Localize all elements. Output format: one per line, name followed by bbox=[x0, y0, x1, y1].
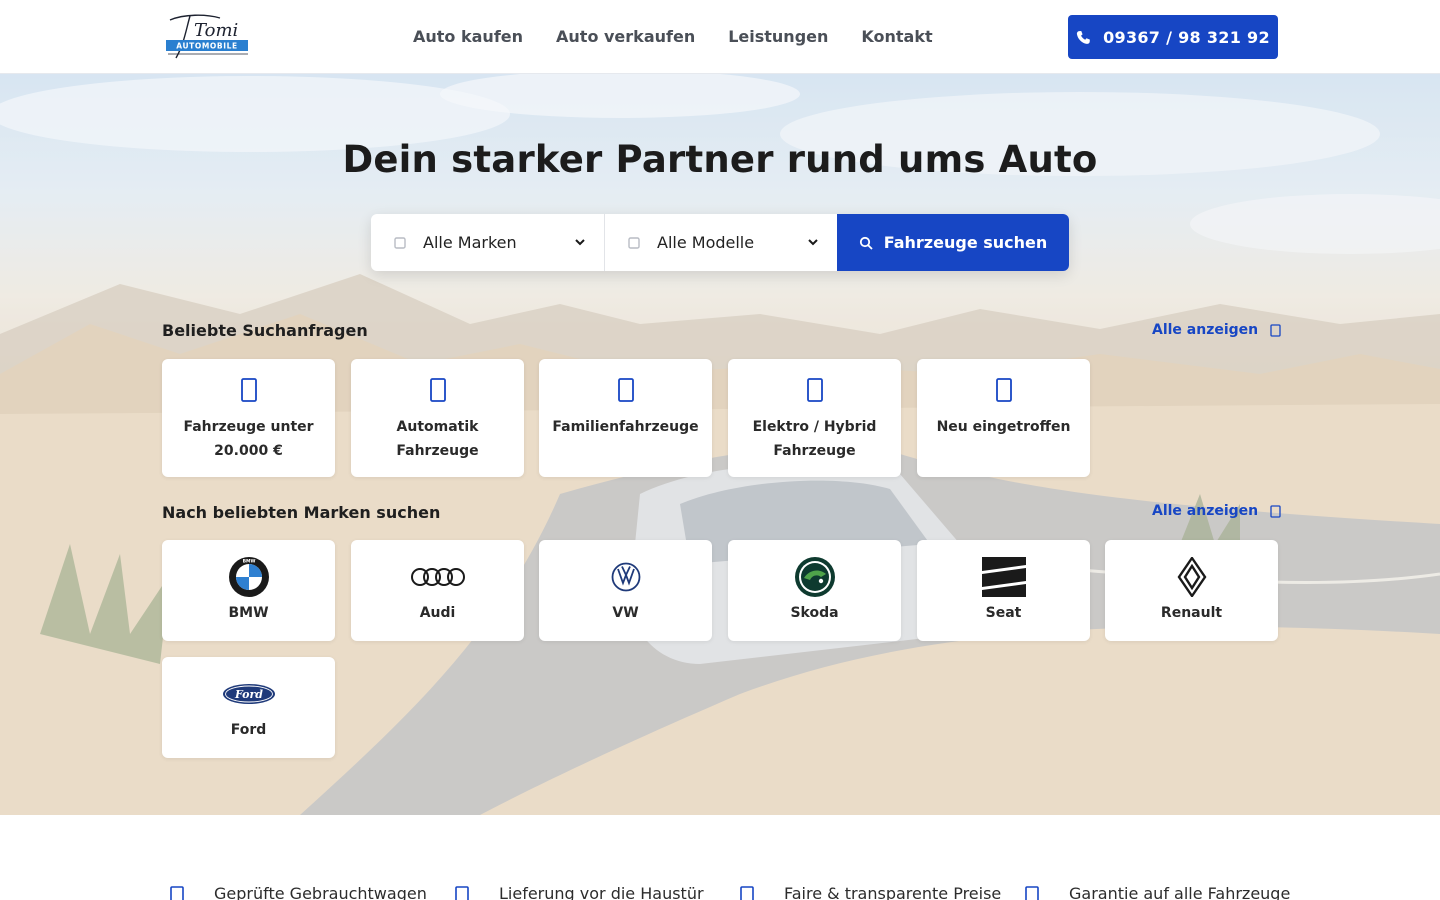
main-nav: Auto kaufen Auto verkaufen Leistungen Ko… bbox=[413, 26, 933, 48]
brand-label: Skoda bbox=[790, 605, 839, 621]
quick-search-tile[interactable]: Fahrzeuge unter 20.000 € bbox=[162, 359, 335, 477]
seat-logo-icon bbox=[981, 555, 1026, 599]
brand-tile-renault[interactable]: Renault bbox=[1105, 540, 1278, 641]
family-icon bbox=[617, 378, 634, 402]
usp-label: Garantie auf alle Fahrzeuge bbox=[1069, 883, 1291, 900]
search-button-label: Fahrzeuge suchen bbox=[883, 233, 1048, 252]
nav-auto-verkaufen[interactable]: Auto verkaufen bbox=[556, 26, 695, 48]
chevron-down-icon bbox=[575, 239, 585, 246]
warranty-icon bbox=[1025, 886, 1039, 900]
brands-see-all-link[interactable]: Alle anzeigen bbox=[1152, 503, 1281, 519]
star-icon bbox=[995, 378, 1012, 402]
brand-tile-skoda[interactable]: Skoda bbox=[728, 540, 901, 641]
brand-label: BMW bbox=[228, 605, 269, 621]
vw-logo-icon bbox=[604, 555, 648, 599]
quick-search-tile[interactable]: Automatik Fahrzeuge bbox=[351, 359, 524, 477]
search-icon bbox=[859, 236, 873, 250]
price-tag-icon bbox=[240, 378, 257, 402]
model-select[interactable]: Alle Modelle bbox=[604, 214, 837, 271]
phone-button[interactable]: 09367 / 98 321 92 bbox=[1068, 15, 1278, 59]
quick-search-tile[interactable]: Elektro / Hybrid Fahrzeuge bbox=[728, 359, 901, 477]
renault-logo-icon bbox=[1170, 555, 1214, 599]
brand-select[interactable]: Alle Marken bbox=[371, 214, 604, 271]
logo-script-text: Tomi bbox=[194, 20, 238, 41]
nav-leistungen[interactable]: Leistungen bbox=[728, 26, 828, 48]
nav-kontakt[interactable]: Kontakt bbox=[861, 26, 932, 48]
svg-text:BMW: BMW bbox=[242, 559, 255, 565]
search-vehicles-button[interactable]: Fahrzeuge suchen bbox=[837, 214, 1069, 271]
usp-item: Geprüfte Gebrauchtwagen bbox=[170, 879, 427, 900]
brand-tile-ford[interactable]: Ford Ford bbox=[162, 657, 335, 758]
brand-tile-bmw[interactable]: BMW BMW bbox=[162, 540, 335, 641]
brands-title: Nach beliebten Marken suchen bbox=[162, 503, 441, 522]
list-icon bbox=[628, 236, 640, 249]
handshake-icon bbox=[740, 886, 754, 900]
brand-label: Ford bbox=[230, 722, 267, 738]
see-all-label: Alle anzeigen bbox=[1152, 322, 1259, 338]
logo-word-text: AUTOMOBILE bbox=[176, 42, 237, 51]
logo-graphic: Tomi AUTOMOBILE bbox=[166, 14, 248, 59]
model-select-value: Alle Modelle bbox=[657, 233, 755, 252]
brand-tile-audi[interactable]: Audi bbox=[351, 540, 524, 641]
bmw-logo-icon: BMW bbox=[227, 555, 271, 599]
vehicle-search-bar: Alle Marken Alle Modelle Fahrzeuge suche… bbox=[371, 214, 1069, 271]
phone-number: 09367 / 98 321 92 bbox=[1103, 27, 1270, 47]
quick-search-tile[interactable]: Familienfahrzeuge bbox=[539, 359, 712, 477]
usp-item: Lieferung vor die Haustür bbox=[455, 879, 704, 900]
brand-label: Audi bbox=[419, 605, 456, 621]
skoda-logo-icon bbox=[793, 555, 837, 599]
usp-label: Faire & transparente Preise bbox=[784, 883, 1002, 900]
quick-search-label: Familienfahrzeuge bbox=[552, 419, 699, 435]
quick-search-label: Fahrzeuge unter 20.000 € bbox=[183, 419, 314, 459]
arrow-right-icon bbox=[1270, 323, 1281, 337]
chevron-down-icon bbox=[808, 239, 818, 246]
quick-search-label: Elektro / Hybrid Fahrzeuge bbox=[752, 419, 877, 459]
nav-auto-kaufen[interactable]: Auto kaufen bbox=[413, 26, 523, 48]
hero-title: Dein starker Partner rund ums Auto bbox=[342, 138, 1098, 181]
audi-logo-icon bbox=[410, 555, 466, 599]
svg-text:Ford: Ford bbox=[233, 688, 262, 701]
arrow-right-icon bbox=[1270, 504, 1281, 518]
ford-logo-icon: Ford bbox=[221, 672, 277, 716]
check-shield-icon bbox=[170, 886, 184, 900]
brand-tile-seat[interactable]: Seat bbox=[917, 540, 1090, 641]
phone-icon bbox=[1076, 30, 1090, 44]
car-icon bbox=[394, 236, 406, 249]
usp-item: Faire & transparente Preise bbox=[740, 879, 1001, 900]
usp-section: Geprüfte Gebrauchtwagen Lieferung vor di… bbox=[0, 815, 1440, 900]
popular-see-all-link[interactable]: Alle anzeigen bbox=[1152, 322, 1281, 338]
brand-label: VW bbox=[612, 605, 639, 621]
quick-search-tile[interactable]: Neu eingetroffen bbox=[917, 359, 1090, 477]
brand-label: Seat bbox=[985, 605, 1022, 621]
brand-select-value: Alle Marken bbox=[423, 233, 517, 252]
site-header: Tomi AUTOMOBILE Auto kaufen Auto verkauf… bbox=[0, 0, 1440, 74]
charging-icon bbox=[806, 378, 823, 402]
quick-search-label: Neu eingetroffen bbox=[936, 419, 1071, 435]
gearshift-icon bbox=[429, 378, 446, 402]
company-logo[interactable]: Tomi AUTOMOBILE bbox=[164, 12, 250, 62]
usp-label: Lieferung vor die Haustür bbox=[499, 883, 704, 900]
usp-item: Garantie auf alle Fahrzeuge bbox=[1025, 879, 1290, 900]
truck-icon bbox=[455, 886, 469, 900]
brand-tile-vw[interactable]: VW bbox=[539, 540, 712, 641]
see-all-label: Alle anzeigen bbox=[1152, 503, 1259, 519]
popular-searches-title: Beliebte Suchanfragen bbox=[162, 321, 368, 340]
quick-search-label: Automatik Fahrzeuge bbox=[396, 419, 479, 459]
brand-label: Renault bbox=[1160, 605, 1223, 621]
usp-label: Geprüfte Gebrauchtwagen bbox=[214, 883, 427, 900]
